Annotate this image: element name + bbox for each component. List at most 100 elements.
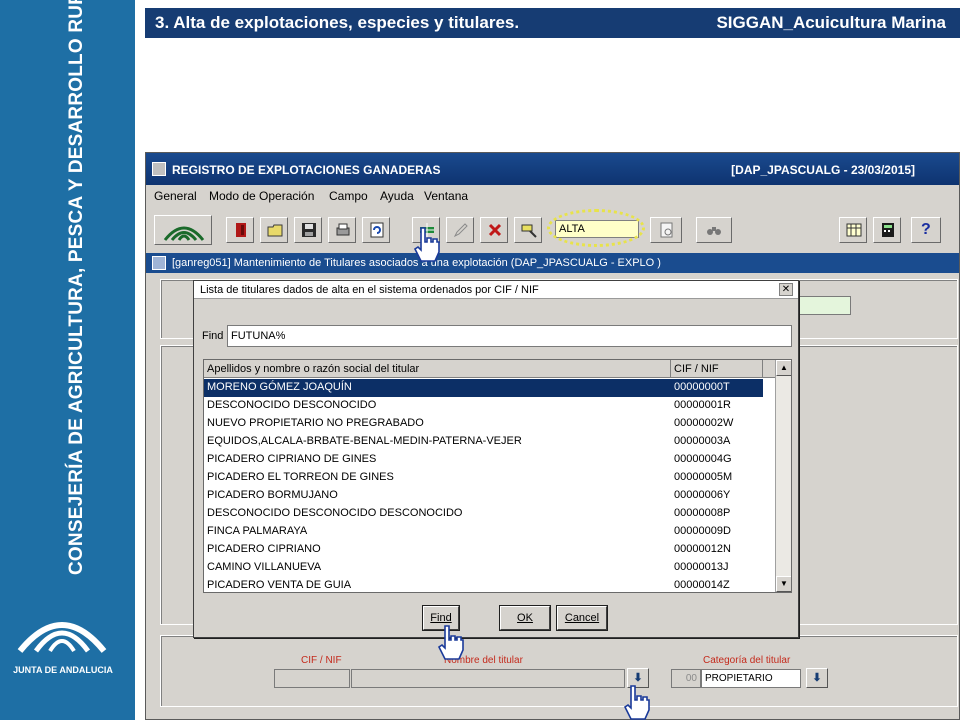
mode-highlight-ring [547,209,645,247]
list-item-nombre: PICADERO BORMUJANO [207,489,338,501]
calculator-button[interactable] [873,217,901,243]
open-folder-icon [267,224,283,237]
list-item[interactable]: DESCONOCIDO DESCONOCIDO DESCONOCIDO 00000… [204,505,763,523]
delete-button[interactable] [480,217,508,243]
find-input[interactable]: FUTUNA% [227,325,792,347]
list-item[interactable]: PICADERO CIPRIANO DE GINES 00000004G [204,451,763,469]
list-item-nif: 00000009D [674,525,731,537]
calendar-icon [846,223,862,237]
calendar-button[interactable] [839,217,867,243]
list-rows: MORENO GÓMEZ JOAQUÍN 00000000T DESCONOCIDO… [204,379,763,592]
print-icon [336,223,350,236]
list-item-nombre: EQUIDOS,ALCALA-BRBATE-BENAL-MEDIN-PATERN… [207,435,522,447]
column-header-nombre[interactable]: Apellidos y nombre o razón social del ti… [204,360,671,378]
list-item[interactable]: PICADERO CIPRIANO 00000012N [204,541,763,559]
list-item[interactable]: FINCA PALMARAYA 00000009D [204,523,763,541]
edit-button[interactable] [446,217,474,243]
dialog-title: Lista de titulares dados de alta en el s… [200,284,539,296]
refresh-button[interactable] [362,217,390,243]
list-item-nif: 00000008P [674,507,731,519]
list-item[interactable]: NUEVO PROPIETARIO NO PREGRABADO 00000002W [204,415,763,433]
list-item[interactable]: PICADERO VENTA DE GUIA 00000014Z [204,577,763,592]
list-item[interactable]: DESCONOCIDO DESCONOCIDO 00000001R [204,397,763,415]
list-item-nombre: DESCONOCIDO DESCONOCIDO [207,399,377,411]
menu-campo[interactable]: Campo [329,189,368,203]
list-item-nif: 00000005M [674,471,733,483]
list-item-nif: 00000013J [674,561,729,573]
list-item-nombre: FINCA PALMARAYA [207,525,308,537]
explotacion-field[interactable] [799,296,851,315]
subwindow-title-bar: [ganreg051] Mantenimiento de Titulares a… [146,253,959,273]
categoria-label: Categoría del titular [703,655,791,666]
categoria-input[interactable]: PROPIETARIO [701,669,801,688]
list-header: Apellidos y nombre o razón social del ti… [204,360,776,378]
dialog-title-bar: Lista de titulares dados de alta en el s… [194,281,798,299]
nombre-input[interactable] [351,669,625,688]
help-icon: ? [921,221,931,238]
hand-pointer-icon-lov [623,685,650,720]
find-label: Find [202,330,224,342]
menu-general[interactable]: General [154,189,197,203]
print-button[interactable] [328,217,356,243]
sidebar-org: JUNTA DE ANDALUCIA [13,665,113,675]
menu-modo-operacion[interactable]: Modo de Operación [209,189,314,203]
menu-ventana[interactable]: Ventana [424,189,468,203]
titulares-dialog: Lista de titulares dados de alta en el s… [193,280,799,638]
exit-button[interactable] [226,217,254,243]
edit-pencil-icon [453,223,468,238]
menu-bar: General Modo de Operación Campo Ayuda Ve… [146,185,959,207]
app-title: REGISTRO DE EXPLOTACIONES GANADERAS [172,163,441,177]
sidebar-branding: CONSEJERÍA DE AGRICULTURA, PESCA Y DESAR… [0,0,135,720]
slide: CONSEJERÍA DE AGRICULTURA, PESCA Y DESAR… [0,0,960,720]
list-item[interactable]: PICADERO EL TORREON DE GINES 00000005M [204,469,763,487]
categoria-lov-button[interactable]: ⬇ [806,668,828,688]
delete-icon [488,223,502,237]
scroll-down-icon[interactable]: ▼ [776,576,791,592]
calculator-icon [882,223,894,237]
exit-icon [236,223,246,237]
sidebar-title: CONSEJERÍA DE AGRICULTURA, PESCA Y DESAR… [66,0,87,575]
refresh-icon [370,222,384,238]
menu-ayuda[interactable]: Ayuda [380,189,414,203]
ok-button[interactable]: OK [500,606,550,630]
binoculars-icon [707,227,721,235]
list-item[interactable]: CAMINO VILLANUEVA 00000013J [204,559,763,577]
list-item-nombre: PICADERO EL TORREON DE GINES [207,471,394,483]
app-logo-icon [163,226,205,241]
cancel-button[interactable]: Cancel [557,606,607,630]
scroll-up-icon[interactable]: ▲ [776,360,791,376]
column-header-nif[interactable]: CIF / NIF [671,360,763,378]
junta-andalucia-logo-icon [17,622,107,653]
toolbar: ALTA ? [146,209,959,249]
slide-header: 3. Alta de explotaciones, especies y tit… [145,8,960,38]
list-item-nif: 00000000T [674,381,730,393]
app-logo-button[interactable] [154,215,212,245]
query-button[interactable] [650,217,682,243]
titulares-list: Apellidos y nombre o razón social del ti… [203,359,792,593]
slide-section-title: 3. Alta de explotaciones, especies y tit… [155,13,520,32]
mode-query-icon [660,222,673,238]
list-item[interactable]: EQUIDOS,ALCALA-BRBATE-BENAL-MEDIN-PATERN… [204,433,763,451]
app-session: [DAP_JPASCUALG - 23/03/2015] [731,163,915,177]
list-item-nombre: PICADERO VENTA DE GUIA [207,579,352,591]
subwindow-icon [152,256,166,270]
app-window-icon [152,162,166,176]
app-title-bar: REGISTRO DE EXPLOTACIONES GANADERAS [DAP… [146,153,959,185]
categoria-code: 00 [671,669,701,688]
list-item-nif: 00000014Z [674,579,730,591]
dialog-close-button[interactable]: ✕ [779,283,793,296]
help-button[interactable]: ? [911,217,941,243]
search-button[interactable] [696,217,732,243]
hand-pointer-icon [413,227,440,262]
list-scrollbar[interactable]: ▲ ▼ [775,360,791,592]
list-item[interactable]: PICADERO BORMUJANO 00000006Y [204,487,763,505]
list-item-nif: 00000001R [674,399,731,411]
tool-button[interactable] [514,217,542,243]
save-button[interactable] [294,217,322,243]
open-button[interactable] [260,217,288,243]
list-item-nombre: PICADERO CIPRIANO DE GINES [207,453,377,465]
list-item[interactable]: MORENO GÓMEZ JOAQUÍN 00000000T [204,379,763,397]
cif-input[interactable] [274,669,350,688]
list-item-nombre: PICADERO CIPRIANO [207,543,321,555]
list-item-nombre: DESCONOCIDO DESCONOCIDO DESCONOCIDO [207,507,463,519]
